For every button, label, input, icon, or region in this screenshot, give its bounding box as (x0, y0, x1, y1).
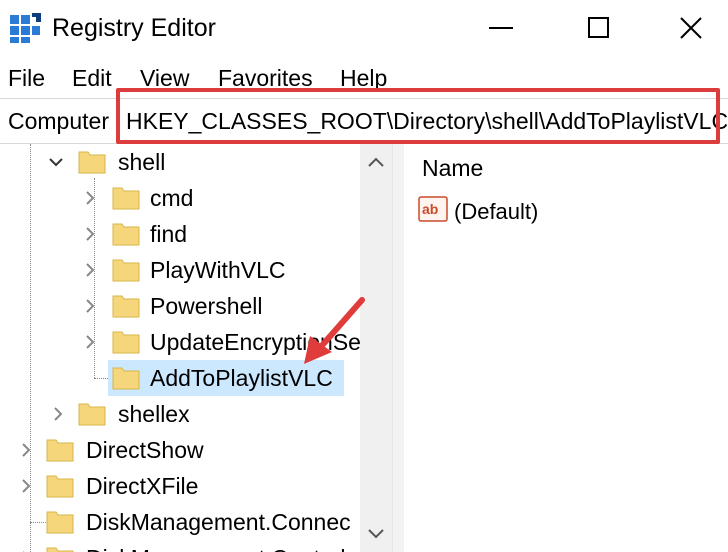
menu-edit[interactable]: Edit (72, 64, 112, 92)
tree-item-cmd[interactable]: cmd (0, 180, 360, 216)
chevron-right-icon[interactable] (82, 190, 98, 206)
svg-text:ab: ab (422, 201, 438, 217)
close-icon (680, 17, 702, 39)
maximize-button[interactable] (576, 0, 622, 56)
chevron-right-icon[interactable] (18, 478, 34, 494)
tree-item-playwithvlc[interactable]: PlayWithVLC (0, 252, 360, 288)
folder-icon (112, 259, 140, 282)
scroll-down-icon[interactable] (360, 524, 392, 544)
folder-icon (112, 295, 140, 318)
folder-icon (78, 151, 106, 174)
tree-item-diskmanagement-connection[interactable]: DiskManagement.Connec (0, 504, 360, 540)
tree-item-label: DiskManagement.Connec (86, 509, 351, 535)
folder-icon (112, 187, 140, 210)
registry-editor-icon (10, 13, 41, 43)
tree-item-label: Powershell (150, 293, 263, 319)
value-name: (Default) (454, 199, 539, 224)
folder-icon (46, 439, 74, 462)
chevron-right-icon[interactable] (82, 262, 98, 278)
chevron-right-icon[interactable] (82, 298, 98, 314)
tree-item-shellex[interactable]: shellex (0, 396, 360, 432)
tree-item-label: DirectXFile (86, 473, 199, 499)
chevron-right-icon[interactable] (18, 442, 34, 458)
address-highlight-box (116, 88, 720, 144)
tree-item-find[interactable]: find (0, 216, 360, 252)
tree-item-directshow[interactable]: DirectShow (0, 432, 360, 468)
folder-icon (112, 367, 140, 390)
folder-icon (46, 475, 74, 498)
tree-item-label: DirectShow (86, 437, 204, 463)
tree-item-label: PlayWithVLC (150, 257, 286, 283)
folder-icon (46, 511, 74, 534)
tree-item-label: find (150, 221, 188, 247)
tree-item-diskmanagement-control[interactable]: DiskManagement.Control (0, 540, 360, 552)
chevron-right-icon[interactable] (82, 334, 98, 350)
ab-string-icon: ab (418, 196, 448, 222)
column-header-name[interactable]: Name (422, 154, 483, 182)
minimize-button[interactable] (478, 0, 524, 56)
title-bar: Registry Editor (0, 0, 728, 56)
chevron-right-icon[interactable] (50, 406, 66, 422)
maximize-icon (588, 17, 609, 38)
tree-item-label: AddToPlaylistVLC (150, 365, 333, 391)
values-pane: Name ab (Default) (404, 144, 728, 552)
tree-item-shell[interactable]: shell (0, 144, 360, 180)
address-root: Computer (8, 108, 109, 134)
chevron-down-icon[interactable] (48, 154, 64, 170)
tree-item-label: shellex (118, 401, 190, 427)
menu-file[interactable]: File (8, 64, 45, 92)
annotation-arrow (304, 297, 365, 364)
tree-item-directxfile[interactable]: DirectXFile (0, 468, 360, 504)
tree-item-label: DiskManagement.Control (86, 544, 346, 552)
tree-item-label: shell (118, 149, 166, 175)
minimize-icon (489, 27, 513, 29)
window-title: Registry Editor (52, 14, 216, 42)
folder-icon (78, 403, 106, 426)
folder-icon (112, 331, 140, 354)
tree-item-label: cmd (150, 185, 194, 211)
close-button[interactable] (668, 0, 714, 56)
chevron-right-icon[interactable] (82, 226, 98, 242)
scroll-up-icon[interactable] (360, 152, 392, 172)
pane-splitter[interactable] (392, 144, 404, 552)
value-row-default[interactable]: ab (Default) (418, 194, 718, 228)
folder-icon (46, 547, 74, 552)
folder-icon (112, 223, 140, 246)
